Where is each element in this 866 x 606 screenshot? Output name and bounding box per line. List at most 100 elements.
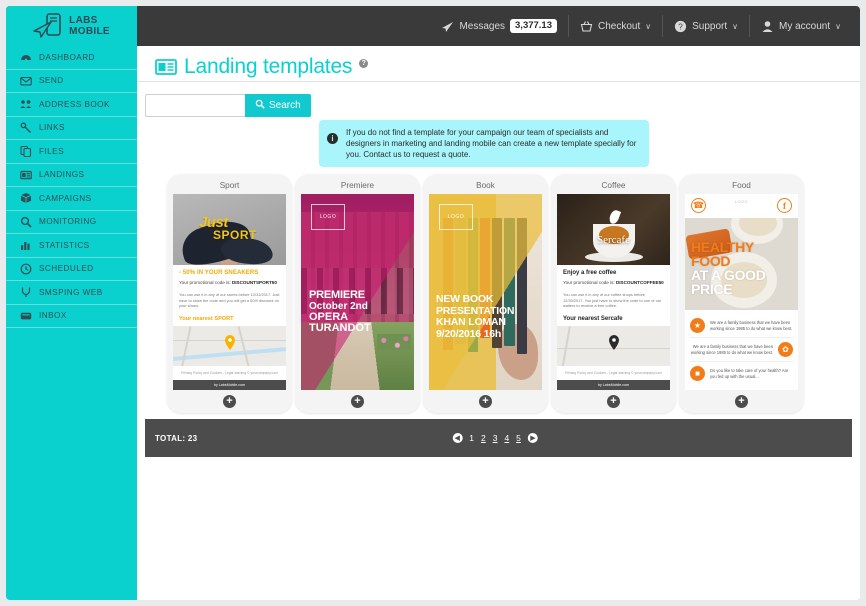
plus-icon[interactable]: + xyxy=(351,395,364,408)
template-card-book[interactable]: Book LOGO NEW BOOK PRESENTATION KHAN LOM… xyxy=(423,174,548,413)
bar-chart-icon xyxy=(20,239,32,251)
topnav-item-messages[interactable]: Messages 3,377.13 xyxy=(430,15,569,37)
sidebar-item-smsping-web[interactable]: SMSPING WEB xyxy=(6,281,137,305)
food-line-4: PRICE xyxy=(691,281,733,297)
box-icon: ■ xyxy=(690,366,705,381)
sidebar-item-address-book[interactable]: ADDRESS BOOK xyxy=(6,93,137,117)
sidebar-label: MONITORING xyxy=(39,217,97,227)
info-banner-text: If you do not find a template for your c… xyxy=(346,128,637,159)
plus-icon[interactable]: + xyxy=(607,395,620,408)
brand-logo[interactable]: LABS MOBILE xyxy=(6,6,137,46)
sport-promo-code: DISCOUNTSPORT50 xyxy=(231,280,277,286)
coffee-promo-line: Your promotional code is: DISCOUNTCOFFEE… xyxy=(563,280,664,287)
topnav-item-checkout[interactable]: Checkout ∨ xyxy=(569,15,664,37)
food-header: ☎ LOGO f xyxy=(685,194,798,218)
facebook-icon[interactable]: f xyxy=(777,198,792,213)
premiere-line-1: PREMIERE xyxy=(309,289,365,301)
topnav-item-support[interactable]: ? Support ∨ xyxy=(663,15,750,37)
pagination-page-3[interactable]: 3 xyxy=(493,433,498,443)
search-bar: Search xyxy=(137,82,860,117)
plus-icon[interactable]: + xyxy=(223,395,236,408)
top-bar: LABS MOBILE Messages 3,377.13 Checkout ∨… xyxy=(6,6,860,46)
coffee-body: Enjoy a free coffee Your promotional cod… xyxy=(557,265,670,326)
template-preview: LOGO PREMIERE October 2nd OPERA TURANDOT xyxy=(301,194,414,390)
box-icon xyxy=(20,192,32,204)
template-preview: LOGO NEW BOOK PRESENTATION KHAN LOMAN 9/… xyxy=(429,194,542,390)
plus-icon[interactable]: + xyxy=(735,395,748,408)
search-button[interactable]: Search xyxy=(245,94,311,117)
chevron-left-icon[interactable]: ◀ xyxy=(452,433,463,443)
sport-body: - 50% IN YOUR SNEAKERS Your promotional … xyxy=(173,265,286,326)
topnav-item-my-account[interactable]: My account ∨ xyxy=(750,15,852,37)
gift-icon: ★ xyxy=(690,318,705,333)
coffee-brand: Sercafe xyxy=(597,234,630,246)
coffee-promo-text: Your promotional code is: xyxy=(563,280,616,286)
sidebar-item-inbox[interactable]: INBOX xyxy=(6,305,137,328)
sidebar-item-statistics[interactable]: STATISTICS xyxy=(6,234,137,258)
food-line-2: FOOD xyxy=(691,253,731,269)
book-text-block: NEW BOOK PRESENTATION KHAN LOMAN 9/20/20… xyxy=(436,293,515,340)
brand-name-line2: MOBILE xyxy=(69,26,110,37)
template-card-food[interactable]: Food ☎ LOGO f HEALTHY FOOD AT A GOOD PRI… xyxy=(679,174,804,413)
coffee-promo-code: DISCOUNTCOFFEE50 xyxy=(615,280,664,286)
sidebar-label: STATISTICS xyxy=(39,240,90,250)
sidebar-label: SEND xyxy=(39,76,64,86)
template-preview: ☎ LOGO f HEALTHY FOOD AT A GOOD PRICE ★ … xyxy=(685,194,798,390)
template-preview: Just SPORT - 50% IN YOUR SNEAKERS Your p… xyxy=(173,194,286,390)
inbox-icon xyxy=(20,310,32,322)
plus-icon[interactable]: + xyxy=(479,395,492,408)
coffee-small-text: You can use it in any of our coffee shop… xyxy=(563,291,662,309)
sidebar-item-files[interactable]: FILES xyxy=(6,140,137,164)
template-card-sport[interactable]: Sport Just SPORT - 50% IN YOUR SNEAKERS … xyxy=(167,174,292,413)
chevron-down-icon: ∨ xyxy=(645,21,652,31)
logo-placeholder: LOGO xyxy=(311,204,345,230)
food-feature-row: ■ Do you like to take care of your healt… xyxy=(690,362,793,385)
template-preview: Sercafe Enjoy a free coffee Your promoti… xyxy=(557,194,670,390)
sport-nearest-label: Your nearest SPORT xyxy=(179,315,234,322)
sport-headline: - 50% IN YOUR SNEAKERS xyxy=(179,270,259,277)
brand-name: LABS MOBILE xyxy=(69,15,110,37)
pagination-page-5[interactable]: 5 xyxy=(516,433,521,443)
coffee-legal: Privacy Policy and Cookies - Legal warni… xyxy=(557,366,670,380)
files-icon xyxy=(20,145,32,158)
pagination-page-2[interactable]: 2 xyxy=(481,433,486,443)
info-banner: i If you do not find a template for your… xyxy=(319,120,649,167)
template-title: Premiere xyxy=(340,181,375,190)
help-icon[interactable]: ? xyxy=(359,59,369,68)
sidebar-item-links[interactable]: LINKS xyxy=(6,117,137,140)
speedometer-icon xyxy=(20,51,32,63)
add-template-wrap: + xyxy=(735,390,748,413)
sidebar-item-landings[interactable]: LANDINGS xyxy=(6,164,137,187)
premiere-hero-image: LOGO PREMIERE October 2nd OPERA TURANDOT xyxy=(301,194,414,390)
coffee-nearest-label: Your nearest Sercafe xyxy=(563,315,623,322)
topnav-label-messages: Messages xyxy=(459,20,506,32)
chevron-right-icon[interactable]: ▶ xyxy=(527,433,538,443)
template-list: Sport Just SPORT - 50% IN YOUR SNEAKERS … xyxy=(167,174,804,413)
sidebar-item-campaigns[interactable]: CAMPAIGNS xyxy=(6,187,137,211)
sport-legal: Privacy Policy and Cookies - Legal warni… xyxy=(173,366,286,380)
newspaper-icon xyxy=(20,169,32,181)
search-icon xyxy=(255,99,265,112)
food-feature-text: Do you like to take care of your health?… xyxy=(710,367,789,379)
pagination-page-1[interactable]: 1 xyxy=(469,433,474,443)
template-card-coffee[interactable]: Coffee Sercafe Enjoy a free coffee Your … xyxy=(551,174,676,413)
pagination-page-4[interactable]: 4 xyxy=(504,433,509,443)
map-pin-icon xyxy=(608,334,619,350)
search-input[interactable] xyxy=(145,94,245,117)
sport-small-text: You can use it in any of our stores befo… xyxy=(179,291,280,309)
sidebar-item-send[interactable]: SEND xyxy=(6,70,137,93)
link-icon xyxy=(20,122,32,134)
sidebar-item-scheduled[interactable]: SCHEDULED xyxy=(6,258,137,281)
food-line-1: HEALTHY xyxy=(691,239,754,255)
total-count: TOTAL: 23 xyxy=(155,433,198,443)
sidebar-label: SCHEDULED xyxy=(39,264,94,274)
leaf-icon: ✿ xyxy=(778,342,793,357)
sidebar-label: ADDRESS BOOK xyxy=(39,99,110,109)
template-card-premiere[interactable]: Premiere LOGO PREMIERE October 2nd OPERA… xyxy=(295,174,420,413)
food-feature-row: We are a family business that we have be… xyxy=(690,338,793,362)
sidebar-item-dashboard[interactable]: DASHBOARD xyxy=(6,46,137,70)
sidebar-item-monitoring[interactable]: MONITORING xyxy=(6,211,137,234)
envelope-icon xyxy=(20,75,32,87)
magnifier-icon xyxy=(20,216,32,228)
info-icon: i xyxy=(327,133,338,144)
